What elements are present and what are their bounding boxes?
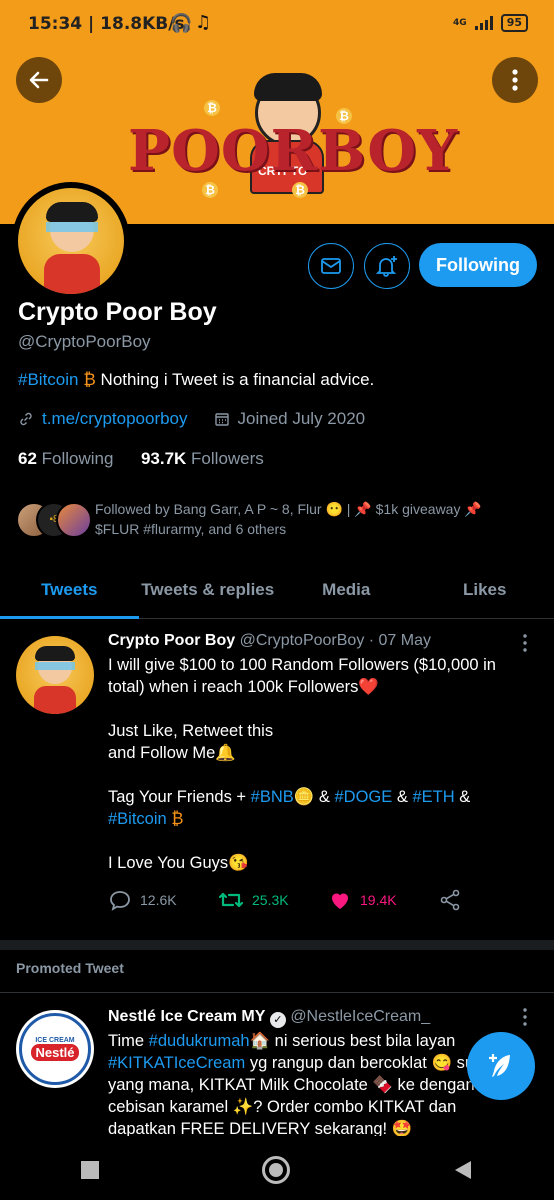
hashtag-link[interactable]: #KITKATIceCream — [108, 1054, 245, 1072]
banner-logo-poor: POOR — [128, 118, 319, 184]
hashtag-link[interactable]: #DOGE — [334, 788, 392, 806]
back-triangle-button[interactable] — [453, 1159, 473, 1181]
profile-bio: #Bitcoin ₿ Nothing i Tweet is a financia… — [18, 370, 374, 390]
profile-handle: @CryptoPoorBoy — [18, 332, 151, 351]
profile-avatar[interactable] — [12, 182, 130, 300]
system-nav-bar — [0, 1140, 554, 1200]
following-button[interactable]: Following — [419, 243, 537, 287]
divider — [0, 992, 554, 993]
followers-you-know-avatars[interactable]: ▪8 — [16, 500, 92, 538]
profile-meta: t.me/cryptopoorboy Joined July 2020 — [18, 409, 365, 429]
tweet-text: I will give $100 to 100 Random Followers… — [108, 656, 496, 872]
bitcoin-icon: ₿ — [204, 100, 220, 116]
profile-name: Crypto Poor Boy — [18, 298, 217, 326]
tweet-header: Crypto Poor Boy @CryptoPoorBoy · 07 May — [108, 632, 431, 650]
arrow-left-icon — [29, 71, 49, 89]
verified-badge-icon: ✓ — [269, 1012, 286, 1028]
network-type: 4G — [453, 18, 467, 28]
notifications-button[interactable] — [364, 243, 410, 289]
tweet-actions: 12.6K 25.3K 19.4K — [108, 888, 508, 912]
music-note-icon: ♫ — [195, 12, 212, 33]
retweet-count: 25.3K — [252, 892, 289, 908]
bio-hashtag[interactable]: #Bitcoin — [18, 370, 78, 389]
tweet-handle-date: @CryptoPoorBoy · 07 May — [239, 632, 431, 649]
hashtag-link[interactable]: #dudukrumah — [149, 1032, 250, 1050]
compose-tweet-button[interactable] — [467, 1032, 535, 1100]
tweet-more-button[interactable] — [522, 634, 528, 652]
profile-tabs: Tweets Tweets & replies Media Likes — [0, 562, 554, 619]
more-options-button[interactable] — [492, 57, 538, 103]
reply-count: 12.6K — [140, 892, 177, 908]
tab-tweets-replies[interactable]: Tweets & replies — [139, 562, 278, 618]
promoted-label: Promoted Tweet — [16, 960, 124, 976]
banner-logo-boy: BOY — [318, 118, 459, 184]
ad-author-name[interactable]: Nestlé Ice Cream MY — [108, 1008, 265, 1025]
more-vertical-icon — [523, 634, 527, 652]
bitcoin-icon: ₿ — [83, 370, 96, 389]
ad-more-button[interactable] — [522, 1008, 528, 1026]
bell-plus-icon — [375, 256, 397, 277]
ad-header: Nestlé Ice Cream MY ✓ @NestleIceCream_ — [108, 1008, 430, 1028]
signal-icon — [474, 16, 493, 30]
status-time: 15:34 | 18.8KB/s — [28, 14, 185, 34]
profile-link[interactable]: t.me/cryptopoorboy — [42, 409, 188, 429]
bitcoin-icon: ₿ — [171, 810, 184, 828]
bitcoin-icon: ₿ — [202, 182, 218, 198]
bio-text: Nothing i Tweet is a financial advice. — [95, 370, 375, 389]
like-count: 19.4K — [360, 892, 397, 908]
tab-tweets[interactable]: Tweets — [0, 562, 139, 619]
retweet-icon — [218, 892, 244, 908]
follow-counts: 62 Following 93.7K Followers — [18, 449, 264, 469]
avatar-image — [18, 188, 124, 294]
tweet-author-avatar[interactable] — [16, 636, 94, 714]
share-button[interactable] — [438, 888, 478, 912]
bitcoin-icon: ₿ — [336, 108, 352, 124]
bitcoin-icon: ₿ — [292, 182, 308, 198]
hashtag-link[interactable]: #Bitcoin — [108, 810, 167, 828]
joined-date: Joined July 2020 — [237, 409, 366, 428]
home-button[interactable] — [261, 1156, 290, 1184]
followers-count-link[interactable]: 93.7K Followers — [141, 449, 264, 468]
nestle-logo: ICE CREAM Nestlé — [19, 1013, 91, 1085]
link-icon — [20, 412, 32, 426]
ad-handle: @NestleIceCream_ — [290, 1008, 431, 1025]
share-icon — [440, 889, 460, 911]
tab-media[interactable]: Media — [277, 562, 416, 618]
calendar-icon — [214, 413, 229, 426]
tab-likes[interactable]: Likes — [416, 562, 554, 618]
status-right: 4G 95 — [453, 14, 528, 32]
retweet-button[interactable]: 25.3K — [218, 888, 328, 912]
avatar — [56, 502, 92, 538]
more-vertical-icon — [512, 69, 518, 91]
hashtag-link[interactable]: #BNB — [251, 788, 294, 806]
like-button[interactable]: 19.4K — [328, 888, 438, 912]
tweet-author-name[interactable]: Crypto Poor Boy — [108, 632, 235, 649]
hashtag-link[interactable]: #ETH — [412, 788, 454, 806]
mail-icon — [321, 258, 341, 274]
compose-feather-icon — [489, 1054, 510, 1077]
recents-button[interactable] — [81, 1161, 100, 1179]
status-bar: 15:34 | 18.8KB/s 🎧 ♫ 4G 95 — [0, 0, 554, 40]
message-button[interactable] — [308, 243, 354, 289]
battery-level: 95 — [500, 14, 528, 32]
section-separator — [0, 940, 554, 950]
reply-icon — [110, 891, 130, 911]
followed-by-text[interactable]: Followed by Bang Garr, A P ~ 8, Flur 😶 |… — [95, 499, 515, 539]
ad-author-avatar[interactable]: ICE CREAM Nestlé — [16, 1010, 94, 1088]
following-count-link[interactable]: 62 Following — [18, 449, 113, 468]
heart-filled-icon — [332, 893, 348, 909]
headphones-icon: 🎧 — [170, 13, 193, 34]
reply-button[interactable]: 12.6K — [108, 888, 218, 912]
back-button[interactable] — [16, 57, 62, 103]
ad-text: Time #dudukrumah🏠 ni serious best bila l… — [108, 1032, 492, 1136]
more-vertical-icon — [523, 1008, 527, 1026]
